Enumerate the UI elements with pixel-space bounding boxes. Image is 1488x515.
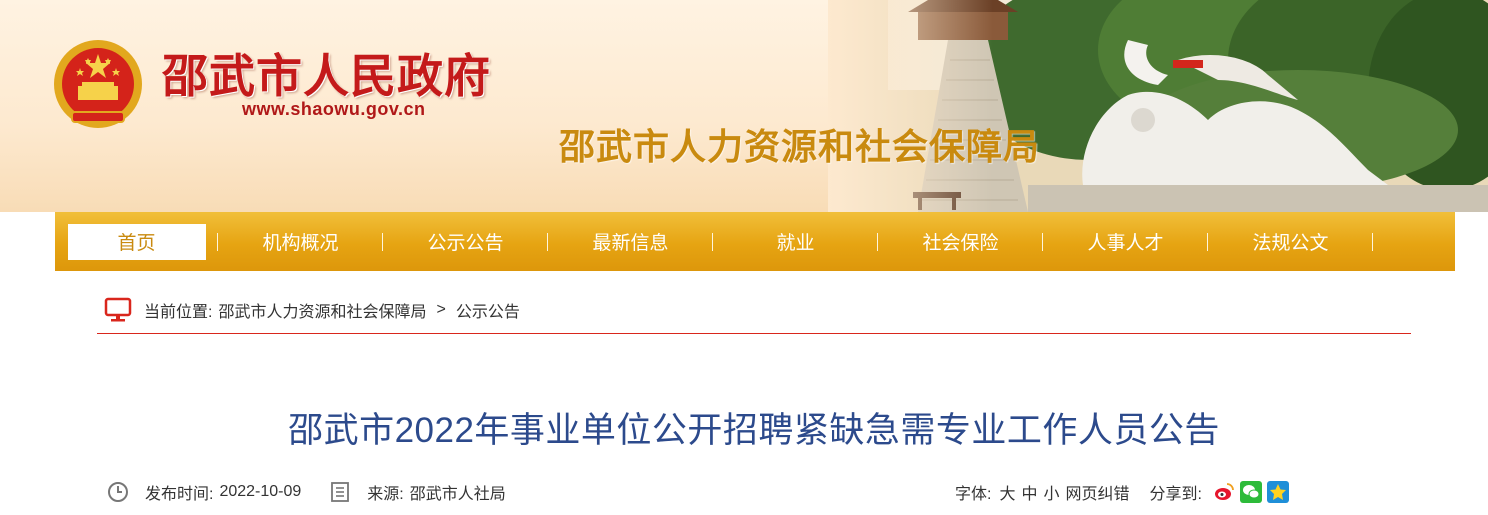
nav-item-announcements[interactable]: 公示公告 [383, 212, 548, 271]
main-nav: 首页 机构概况 公示公告 最新信息 就业 社会保险 人事人才 法规公文 [55, 212, 1455, 271]
article-meta: 发布时间: 2022-10-09 来源: 邵武市人社局 [107, 479, 506, 505]
breadcrumb-link-bureau[interactable]: 邵武市人力资源和社会保障局 [218, 298, 426, 322]
government-site-url[interactable]: www.shaowu.gov.cn [242, 99, 426, 120]
share-label: 分享到: [1149, 486, 1202, 503]
government-site-title[interactable]: 邵武市人民政府 [162, 40, 491, 106]
nav-item-label: 最新信息 [592, 233, 669, 254]
article-tools: 字体: 大 中 小 网页纠错 分享到: [955, 479, 1289, 505]
article-title: 邵武市2022年事业单位公开招聘紧缺急需专业工作人员公告 [288, 411, 1220, 450]
error-report-link[interactable]: 网页纠错 [1066, 480, 1130, 504]
font-size-small-button[interactable]: 小 [1043, 480, 1059, 504]
banner-scenery-image [828, 0, 1488, 212]
clock-icon [108, 482, 128, 502]
breadcrumb-separator: > [436, 301, 446, 318]
breadcrumb-divider [97, 333, 1411, 334]
nav-item-label: 首页 [67, 223, 206, 260]
nav-item-regulations[interactable]: 法规公文 [1208, 212, 1373, 271]
nav-item-label: 公示公告 [427, 233, 504, 254]
source-label: 来源: [367, 486, 404, 503]
breadcrumb-prefix: 当前位置: [144, 304, 213, 321]
nav-item-label: 人事人才 [1087, 233, 1164, 254]
source-value: 邵武市人社局 [409, 486, 506, 503]
wechat-share-icon[interactable] [1239, 481, 1262, 503]
nav-item-employment[interactable]: 就业 [713, 212, 878, 271]
breadcrumb-link-announcements[interactable]: 公示公告 [456, 298, 520, 322]
nav-item-label: 社会保险 [922, 233, 999, 254]
font-size-label: 字体: [955, 486, 992, 503]
bureau-title: 邵武市人力资源和社会保障局 [559, 127, 1041, 168]
nav-item-personnel[interactable]: 人事人才 [1043, 212, 1208, 271]
font-size-medium-button[interactable]: 中 [1021, 480, 1037, 504]
header-banner: 邵武市人民政府 www.shaowu.gov.cn 邵武市人力资源和社会保障局 [0, 0, 1488, 212]
nav-item-label: 机构概况 [262, 233, 339, 254]
monitor-icon [104, 297, 132, 322]
nav-item-label: 就业 [776, 233, 815, 254]
weibo-share-icon[interactable] [1212, 481, 1235, 503]
nav-item-organization[interactable]: 机构概况 [218, 212, 383, 271]
font-size-large-button[interactable]: 大 [999, 480, 1015, 504]
publish-label: 发布时间: [145, 486, 214, 503]
document-icon [331, 482, 350, 502]
national-emblem-icon [54, 40, 142, 128]
publish-date: 2022-10-09 [219, 483, 302, 500]
nav-item-home[interactable]: 首页 [55, 212, 218, 271]
breadcrumb: 当前位置: 邵武市人力资源和社会保障局 > 公示公告 [104, 296, 520, 324]
nav-item-label: 法规公文 [1252, 233, 1329, 254]
qzone-share-icon[interactable] [1266, 481, 1289, 503]
nav-separator [1372, 233, 1373, 251]
nav-item-latest-news[interactable]: 最新信息 [548, 212, 713, 271]
nav-item-social-insurance[interactable]: 社会保险 [878, 212, 1043, 271]
